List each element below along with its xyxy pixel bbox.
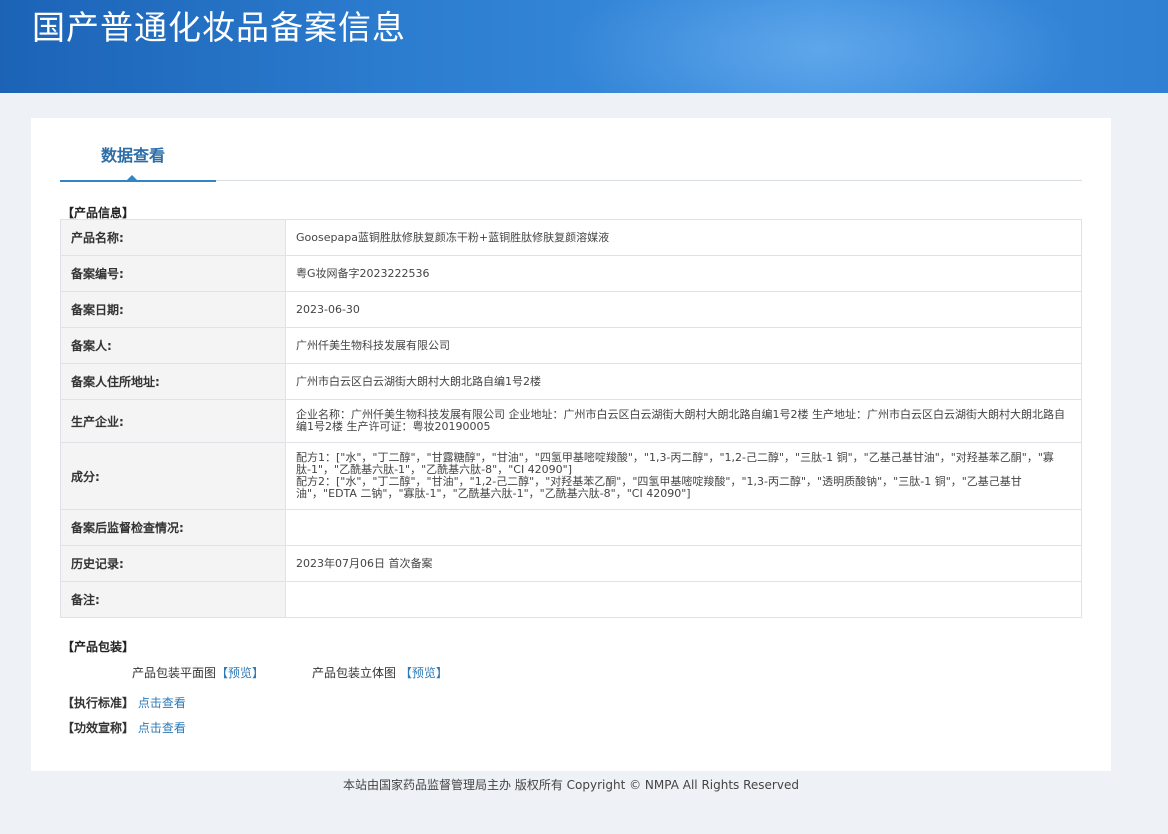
product-info-table: 产品名称: Goosepapa蓝铜胜肽修肤复颜冻干粉+蓝铜胜肽修肤复颜溶媒液 备… xyxy=(60,219,1082,618)
manufacturer-value: 企业名称：广州仟美生物科技发展有限公司 企业地址：广州市白云区白云湖街大朗村大朗… xyxy=(285,399,1082,443)
table-row: 成分: 配方1：["水"，"丁二醇"，"甘露糖醇"，"甘油"，"四氢甲基嘧啶羧酸… xyxy=(60,442,1082,510)
filing-date-value: 2023-06-30 xyxy=(285,291,1082,328)
standard-section-title: 【执行标准】 xyxy=(62,696,135,710)
page-title: 国产普通化妆品备案信息 xyxy=(32,8,406,47)
formula-1-text: 配方1：["水"，"丁二醇"，"甘露糖醇"，"甘油"，"四氢甲基嘧啶羧酸"，"1… xyxy=(296,451,1054,476)
standard-view-link[interactable]: 点击查看 xyxy=(138,696,186,710)
inspection-value xyxy=(285,509,1082,546)
table-row: 备案后监督检查情况: xyxy=(60,509,1082,546)
content-card: 数据查看 【产品信息】 产品名称: Goosepapa蓝铜胜肽修肤复颜冻干粉+蓝… xyxy=(31,118,1111,771)
packaging-stereo-preview-link[interactable]: 【预览】 xyxy=(400,666,448,680)
tab-data-view[interactable]: 数据查看 xyxy=(60,138,216,182)
tab-indicator-arrow-icon xyxy=(126,175,138,181)
formula-2-text: 配方2：["水"，"丁二醇"，"甘油"，"1,2-己二醇"，"对羟基苯乙酮"，"… xyxy=(296,475,1022,500)
efficacy-row: 【功效宣称】 点击查看 xyxy=(62,719,186,736)
table-row: 备案日期: 2023-06-30 xyxy=(60,291,1082,328)
row-key: 产品名称: xyxy=(60,219,286,256)
row-key: 备案人住所地址: xyxy=(60,363,286,400)
row-key: 备案人: xyxy=(60,327,286,364)
header-decoration xyxy=(560,0,1080,93)
row-key: 备案日期: xyxy=(60,291,286,328)
row-key: 备案后监督检查情况: xyxy=(60,509,286,546)
page-header: 国产普通化妆品备案信息 xyxy=(0,0,1168,93)
table-row: 生产企业: 企业名称：广州仟美生物科技发展有限公司 企业地址：广州市白云区白云湖… xyxy=(60,399,1082,443)
tab-bar: 数据查看 xyxy=(60,138,1082,182)
row-key: 备案编号: xyxy=(60,255,286,292)
row-key: 历史记录: xyxy=(60,545,286,582)
packaging-stereo-row: 产品包装立体图 【预览】 xyxy=(312,664,448,681)
table-row: 备案编号: 粤G妆网备字2023222536 xyxy=(60,255,1082,292)
table-row: 备注: xyxy=(60,581,1082,618)
table-row: 产品名称: Goosepapa蓝铜胜肽修肤复颜冻干粉+蓝铜胜肽修肤复颜溶媒液 xyxy=(60,219,1082,256)
tab-data-view-label: 数据查看 xyxy=(101,146,166,165)
table-row: 历史记录: 2023年07月06日 首次备案 xyxy=(60,545,1082,582)
filer-address-value: 广州市白云区白云湖街大朗村大朗北路自编1号2楼 xyxy=(285,363,1082,400)
standard-row: 【执行标准】 点击查看 xyxy=(62,694,186,711)
packaging-flat-row: 产品包装平面图【预览】 xyxy=(132,664,264,681)
history-value: 2023年07月06日 首次备案 xyxy=(285,545,1082,582)
row-key: 生产企业: xyxy=(60,399,286,443)
product-name-value: Goosepapa蓝铜胜肽修肤复颜冻干粉+蓝铜胜肽修肤复颜溶媒液 xyxy=(285,219,1082,256)
remarks-value xyxy=(285,581,1082,618)
row-key: 备注: xyxy=(60,581,286,618)
packaging-section-title: 【产品包装】 xyxy=(62,640,135,654)
packaging-stereo-label: 产品包装立体图 xyxy=(312,666,397,680)
filing-number-value: 粤G妆网备字2023222536 xyxy=(285,255,1082,292)
table-row: 备案人住所地址: 广州市白云区白云湖街大朗村大朗北路自编1号2楼 xyxy=(60,363,1082,400)
packaging-flat-label: 产品包装平面图 xyxy=(132,666,217,680)
row-key: 成分: xyxy=(60,442,286,510)
efficacy-section-title: 【功效宣称】 xyxy=(62,721,135,735)
ingredients-value: 配方1：["水"，"丁二醇"，"甘露糖醇"，"甘油"，"四氢甲基嘧啶羧酸"，"1… xyxy=(285,442,1082,510)
filer-value: 广州仟美生物科技发展有限公司 xyxy=(285,327,1082,364)
efficacy-view-link[interactable]: 点击查看 xyxy=(138,721,186,735)
table-row: 备案人: 广州仟美生物科技发展有限公司 xyxy=(60,327,1082,364)
packaging-flat-preview-link[interactable]: 【预览】 xyxy=(216,666,264,680)
footer-copyright: 本站由国家药品监督管理局主办 版权所有 Copyright © NMPA All… xyxy=(343,778,799,792)
